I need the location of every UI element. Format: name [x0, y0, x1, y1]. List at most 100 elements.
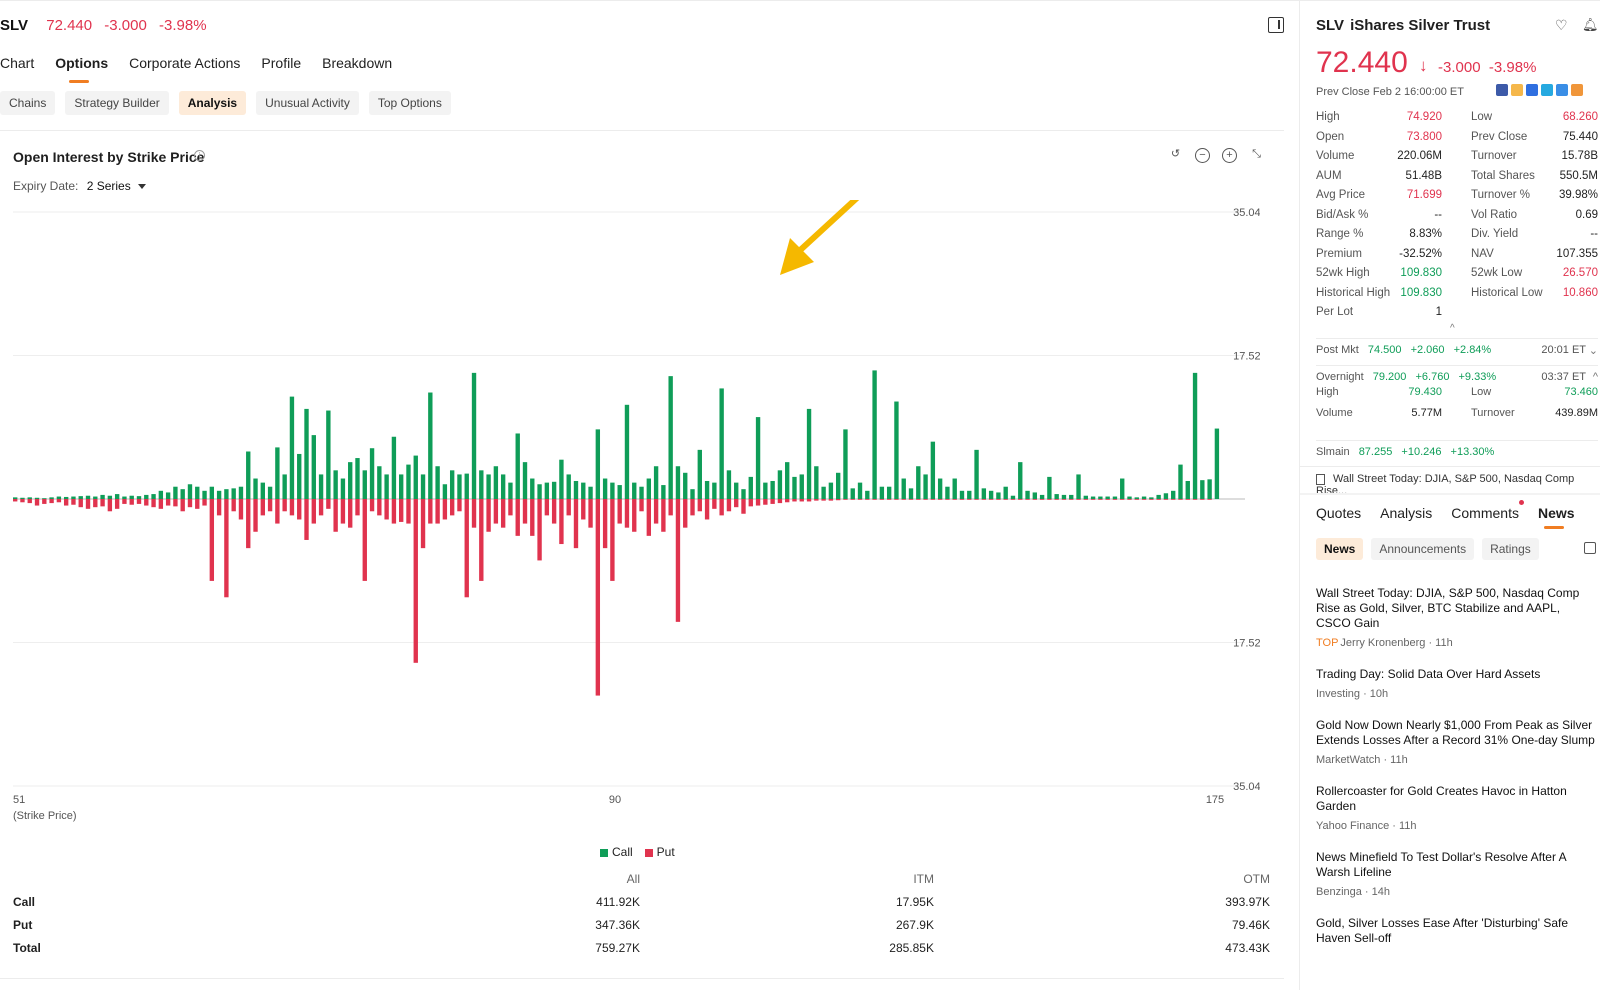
call-bar[interactable] — [464, 473, 469, 499]
put-bar[interactable] — [209, 499, 215, 581]
call-bar[interactable] — [595, 429, 601, 499]
put-bar[interactable] — [624, 499, 630, 528]
call-bar[interactable] — [763, 482, 768, 499]
call-bar[interactable] — [937, 478, 943, 499]
call-bar[interactable] — [420, 474, 426, 499]
legend-call[interactable]: Call — [600, 845, 633, 859]
put-bar[interactable] — [792, 499, 797, 502]
put-bar[interactable] — [865, 499, 870, 500]
call-bar[interactable] — [908, 488, 914, 499]
call-bar[interactable] — [246, 451, 251, 499]
call-bar[interactable] — [435, 466, 440, 499]
put-bar[interactable] — [78, 499, 83, 508]
call-bar[interactable] — [588, 486, 593, 499]
call-bar[interactable] — [122, 496, 127, 499]
call-bar[interactable] — [857, 482, 863, 499]
put-bar[interactable] — [1069, 499, 1074, 500]
put-bar[interactable] — [500, 499, 506, 528]
put-bar[interactable] — [216, 499, 222, 516]
put-bar[interactable] — [872, 499, 877, 500]
call-bar[interactable] — [1054, 494, 1059, 499]
put-bar[interactable] — [1200, 499, 1205, 500]
put-bar[interactable] — [384, 499, 389, 520]
put-bar[interactable] — [726, 499, 732, 512]
calendar-icon[interactable] — [1584, 542, 1596, 554]
put-bar[interactable] — [326, 499, 331, 509]
put-bar[interactable] — [231, 499, 236, 512]
put-bar[interactable] — [362, 499, 367, 581]
put-bar[interactable] — [755, 499, 761, 506]
call-bar[interactable] — [224, 489, 229, 499]
call-bar[interactable] — [646, 478, 652, 499]
put-bar[interactable] — [828, 499, 834, 501]
put-bar[interactable] — [937, 499, 943, 500]
chevron-up-icon[interactable]: ^ — [1593, 371, 1598, 383]
call-bar[interactable] — [967, 490, 972, 499]
call-bar[interactable] — [1018, 462, 1023, 499]
call-bar[interactable] — [479, 470, 484, 499]
call-bar[interactable] — [814, 466, 819, 499]
call-bar[interactable] — [1134, 497, 1139, 499]
put-bar[interactable] — [42, 499, 47, 504]
call-bar[interactable] — [741, 489, 746, 499]
call-bar[interactable] — [675, 466, 681, 499]
put-bar[interactable] — [464, 499, 469, 598]
call-bar[interactable] — [500, 474, 506, 499]
put-bar[interactable] — [122, 499, 127, 504]
call-bar[interactable] — [726, 470, 732, 499]
call-bar[interactable] — [879, 486, 885, 499]
call-bar[interactable] — [49, 497, 54, 499]
subtab-unusual-activity[interactable]: Unusual Activity — [256, 91, 359, 115]
call-bar[interactable] — [835, 472, 841, 499]
news-item[interactable]: News Minefield To Test Dollar's Resolve … — [1316, 850, 1596, 898]
put-bar[interactable] — [493, 499, 499, 524]
call-bar[interactable] — [522, 462, 528, 499]
put-bar[interactable] — [734, 499, 739, 508]
call-bar[interactable] — [617, 485, 622, 499]
put-bar[interactable] — [653, 499, 659, 524]
call-bar[interactable] — [107, 495, 113, 499]
put-bar[interactable] — [857, 499, 863, 500]
put-bar[interactable] — [959, 499, 965, 500]
put-bar[interactable] — [348, 499, 353, 528]
put-bar[interactable] — [879, 499, 885, 500]
call-bar[interactable] — [1061, 494, 1067, 499]
news-item[interactable]: Wall Street Today: DJIA, S&P 500, Nasdaq… — [1316, 586, 1596, 649]
call-bar[interactable] — [1192, 372, 1198, 499]
put-bar[interactable] — [712, 499, 717, 509]
call-bar[interactable] — [63, 496, 69, 499]
put-bar[interactable] — [260, 499, 265, 516]
put-bar[interactable] — [289, 499, 295, 516]
call-bar[interactable] — [683, 472, 688, 499]
call-bar[interactable] — [457, 474, 462, 499]
call-bar[interactable] — [216, 490, 222, 499]
call-bar[interactable] — [952, 478, 957, 499]
put-bar[interactable] — [246, 499, 251, 549]
call-bar[interactable] — [282, 474, 287, 499]
call-bar[interactable] — [348, 462, 353, 499]
put-bar[interactable] — [195, 499, 200, 509]
call-bar[interactable] — [697, 449, 702, 499]
call-bar[interactable] — [843, 429, 848, 499]
bell-icon[interactable]: 🔔︎ — [1582, 18, 1599, 32]
put-bar[interactable] — [1105, 499, 1110, 500]
put-bar[interactable] — [399, 499, 404, 522]
call-bar[interactable] — [1214, 428, 1220, 499]
call-bar[interactable] — [13, 497, 18, 499]
put-bar[interactable] — [806, 499, 812, 502]
put-bar[interactable] — [886, 499, 892, 500]
put-bar[interactable] — [71, 499, 76, 505]
call-bar[interactable] — [770, 480, 775, 499]
put-bar[interactable] — [49, 499, 54, 504]
call-bar[interactable] — [391, 436, 397, 499]
put-bar[interactable] — [369, 499, 375, 512]
put-bar[interactable] — [1098, 499, 1103, 500]
call-bar[interactable] — [632, 482, 637, 499]
call-bar[interactable] — [78, 496, 83, 499]
put-bar[interactable] — [1090, 499, 1096, 500]
call-bar[interactable] — [996, 492, 1001, 499]
call-bar[interactable] — [493, 466, 499, 499]
put-bar[interactable] — [187, 499, 193, 508]
put-bar[interactable] — [1025, 499, 1030, 500]
put-bar[interactable] — [573, 499, 579, 549]
